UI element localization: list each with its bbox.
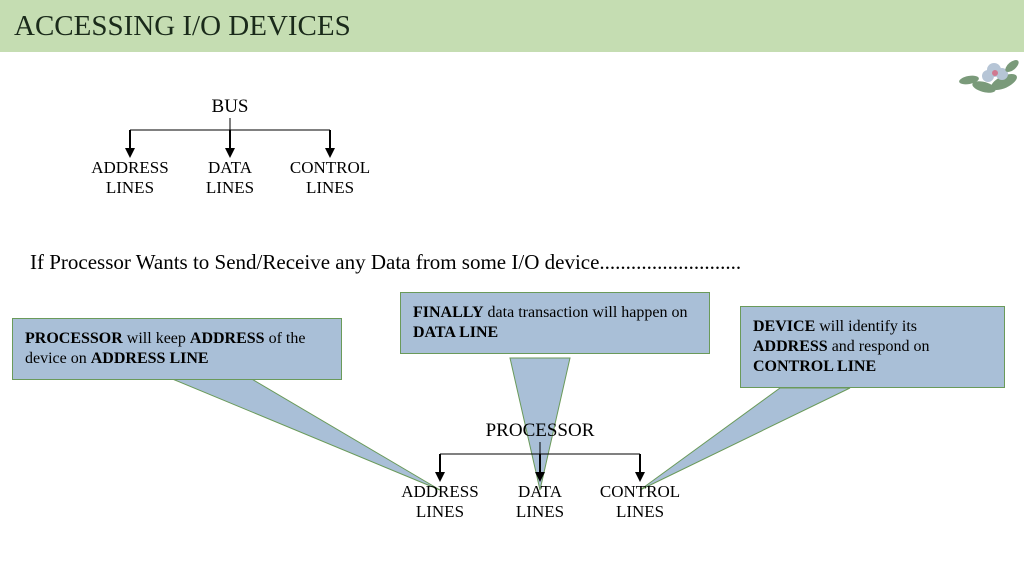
callout-device-control: DEVICE will identify its ADDRESS and res… [740,306,1005,388]
processor-tree-arrows-icon [390,442,690,482]
processor-root-label: PROCESSOR [390,420,690,442]
callout-processor-address: PROCESSOR will keep ADDRESS of the devic… [12,318,342,380]
callout-data-transaction: FINALLY data transaction will happen on … [400,292,710,354]
processor-tree-diagram: PROCESSOR ADDRESSLINES DATALINES CONTROL… [390,420,690,521]
proc-child-control: CONTROLLINES [590,482,690,521]
proc-child-address: ADDRESSLINES [390,482,490,521]
proc-child-data: DATALINES [490,482,590,521]
